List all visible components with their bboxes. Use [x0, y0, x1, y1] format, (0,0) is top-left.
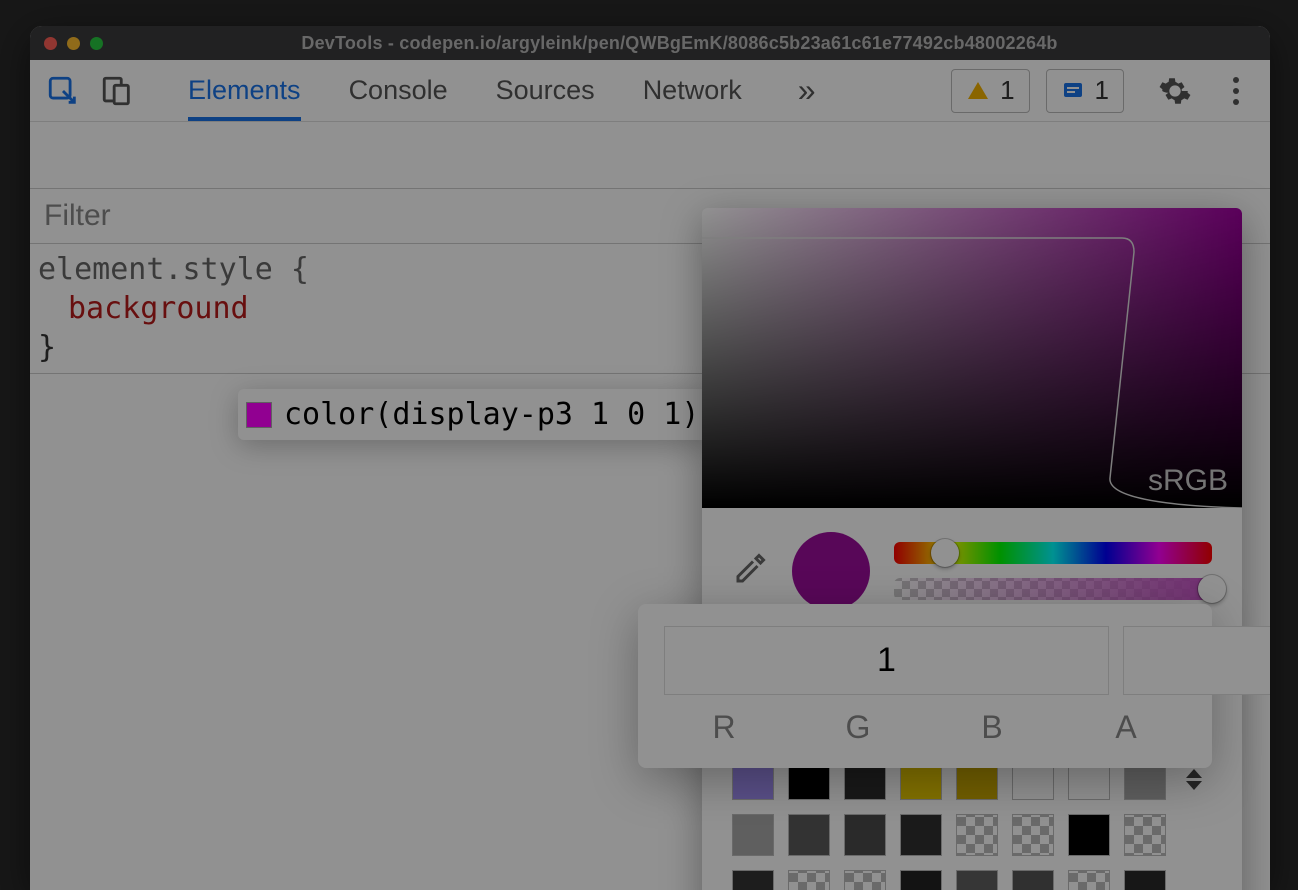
palette-swatch[interactable] [1068, 814, 1110, 856]
spectrum-canvas[interactable]: sRGB [702, 208, 1242, 508]
eyedropper-icon[interactable] [732, 551, 768, 592]
color-swatch-icon[interactable] [246, 402, 272, 428]
channel-g-input[interactable] [1123, 626, 1270, 695]
devtools-toolbar: Elements Console Sources Network » 1 1 [30, 60, 1270, 122]
palette-swatch[interactable] [900, 870, 942, 890]
alpha-slider[interactable] [894, 578, 1212, 600]
channel-label-a: A [1066, 709, 1186, 746]
close-icon[interactable] [44, 37, 57, 50]
css-property[interactable]: background [68, 291, 249, 326]
palette-swatch[interactable] [956, 814, 998, 856]
issues-count: 1 [1095, 75, 1109, 106]
palette-grid [732, 758, 1212, 890]
content-area: Filter element.style { background } colo… [30, 188, 1270, 890]
current-color-swatch [792, 532, 870, 610]
traffic-lights [44, 37, 103, 50]
palette-swatch[interactable] [844, 814, 886, 856]
warnings-badge[interactable]: 1 [951, 69, 1029, 113]
hue-thumb[interactable] [931, 539, 959, 567]
color-value-tooltip: color(display-p3 1 0 1) [238, 389, 711, 440]
tab-console[interactable]: Console [349, 61, 448, 120]
palette-swatch[interactable] [1012, 870, 1054, 890]
palette-swatch[interactable] [732, 814, 774, 856]
kebab-icon[interactable] [1222, 77, 1250, 105]
minimize-icon[interactable] [67, 37, 80, 50]
palette-swatch[interactable] [1012, 814, 1054, 856]
issues-badge[interactable]: 1 [1046, 69, 1124, 113]
channel-label-g: G [798, 709, 918, 746]
devtools-window: DevTools - codepen.io/argyleink/pen/QWBg… [30, 26, 1270, 890]
palette-swatch[interactable] [844, 870, 886, 890]
palette-swatch[interactable] [788, 814, 830, 856]
window-title: DevTools - codepen.io/argyleink/pen/QWBg… [103, 33, 1256, 54]
inspect-icon[interactable] [44, 72, 82, 110]
channel-label-b: B [932, 709, 1052, 746]
palette-swatch[interactable] [956, 870, 998, 890]
titlebar: DevTools - codepen.io/argyleink/pen/QWBg… [30, 26, 1270, 60]
device-toolbar-icon[interactable] [98, 72, 136, 110]
channel-r-input[interactable] [664, 626, 1109, 695]
alpha-thumb[interactable] [1198, 575, 1226, 603]
tab-elements[interactable]: Elements [188, 61, 301, 120]
channel-label-r: R [664, 709, 784, 746]
palette-swatch[interactable] [1124, 870, 1166, 890]
gamut-label: sRGB [1148, 464, 1228, 498]
maximize-icon[interactable] [90, 37, 103, 50]
palette-swatch[interactable] [732, 870, 774, 890]
more-tabs-icon[interactable]: » [798, 72, 816, 109]
color-value-text[interactable]: color(display-p3 1 0 1) [284, 397, 699, 432]
tab-sources[interactable]: Sources [496, 61, 595, 120]
rgba-inputs-popover: R G B A [638, 604, 1212, 768]
tab-network[interactable]: Network [643, 61, 742, 120]
panel-tabs: Elements Console Sources Network [188, 61, 742, 120]
palette-expand-toggle[interactable] [1180, 769, 1208, 790]
palette-swatch[interactable] [900, 814, 942, 856]
palette-swatch[interactable] [1124, 814, 1166, 856]
palette-swatch[interactable] [788, 870, 830, 890]
warnings-count: 1 [1000, 75, 1014, 106]
selector: element.style { [38, 252, 309, 287]
palette-swatch[interactable] [1068, 870, 1110, 890]
color-picker: sRGB [702, 208, 1242, 890]
hue-slider[interactable] [894, 542, 1212, 564]
gear-icon[interactable] [1156, 72, 1194, 110]
